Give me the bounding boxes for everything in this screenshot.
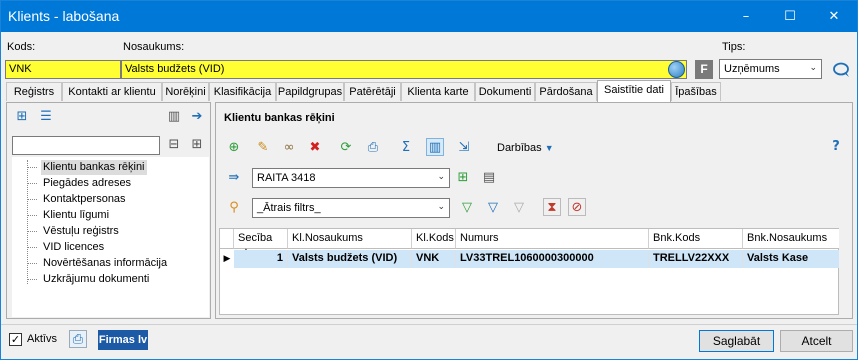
arrow-right-icon[interactable]: ➔ — [188, 108, 206, 126]
client-edit-window: Klients - labošana – ☐ ✕ Kods: VNK Nosau… — [0, 0, 858, 360]
add-icon[interactable]: ⊕ — [225, 139, 243, 157]
chevron-down-icon: ⌄ — [809, 62, 817, 72]
filter-disabled-icon: ▽ — [514, 200, 524, 215]
save-button[interactable]: Saglabāt — [699, 330, 774, 352]
tree-list-icon[interactable]: ☰ — [37, 108, 55, 126]
help-icon[interactable]: ? — [827, 138, 845, 156]
left-panel: ⊞ ☰ ▥ ➔ ⊟ ⊞ Klientu bankas rēķini Piegād… — [6, 102, 211, 319]
aktivs-label: Aktīvs — [27, 333, 57, 345]
hourglass-filter-icon[interactable]: ⧗ — [543, 198, 561, 216]
cancel-button[interactable]: Atcelt — [780, 330, 853, 352]
col-header-seciba[interactable]: Secība ▲ — [234, 229, 288, 255]
cell-kl-kods[interactable]: VNK — [412, 250, 456, 268]
print-icon[interactable]: ⎙ — [69, 330, 87, 348]
cell-numurs[interactable]: LV33TREL1060000300000 — [456, 250, 649, 268]
col-header-bnk-kods[interactable]: Bnk.Kods — [649, 229, 743, 249]
tree-view: Klientu bankas rēķini Piegādes adreses K… — [12, 157, 209, 317]
layout-value: RAITA 3418 — [257, 172, 316, 184]
expand-all-icon[interactable]: ⊞ — [188, 136, 206, 154]
tab-kontakti[interactable]: Kontakti ar klientu — [62, 82, 162, 101]
cell-seciba[interactable]: 1 — [234, 250, 288, 268]
actions-menu[interactable]: Darbības ▼ — [497, 142, 554, 154]
col-header-numurs[interactable]: Numurs — [456, 229, 649, 249]
kods-label: Kods: — [7, 41, 36, 53]
col-header-bnk-nosaukums[interactable]: Bnk.Nosaukums — [743, 229, 839, 249]
tab-pardosana[interactable]: Pārdošana — [535, 82, 597, 101]
tab-pateretaji[interactable]: Patērētāji — [344, 82, 401, 101]
col-header-kl-kods[interactable]: Kl.Kods — [412, 229, 456, 249]
filter-pencil-icon[interactable]: ⚲ — [225, 199, 243, 217]
col-header-kl-nosaukums[interactable]: Kl.Nosaukums — [288, 229, 412, 249]
tree-item-accrual-docs[interactable]: Uzkrājumu dokumenti — [41, 272, 151, 287]
collapse-all-icon[interactable]: ⊟ — [165, 136, 183, 154]
edit-pencil-icon[interactable]: ✎ — [254, 139, 272, 157]
chevron-down-icon: ▼ — [544, 143, 554, 153]
maximize-button[interactable]: ☐ — [768, 1, 812, 32]
delete-icon[interactable]: ✖ — [306, 139, 324, 157]
clear-filter-icon[interactable]: ⊘ — [568, 198, 586, 216]
sum-icon[interactable]: Σ — [397, 139, 415, 157]
grid-view-icon[interactable]: ▥ — [426, 138, 444, 156]
cell-bnk-nosaukums[interactable]: Valsts Kase — [743, 250, 839, 268]
tab-papildgrupas[interactable]: Papildgrupas — [276, 82, 344, 101]
actions-label: Darbības — [497, 142, 542, 154]
panel-title: Klientu bankas rēķini — [224, 112, 335, 124]
filter-value: _Ātrais filtrs_ — [257, 202, 321, 214]
right-panel: Klientu bankas rēķini ⊕ ✎ ∞ ✖ ⟳ ⎙ Σ ▥ ⇲ … — [215, 102, 853, 319]
chevron-down-icon: ⌄ — [437, 201, 445, 211]
refresh-icon[interactable]: ⟳ — [337, 139, 355, 157]
tree-expand-icon[interactable]: ⊞ — [13, 108, 31, 126]
chat-icon[interactable] — [832, 61, 852, 79]
tree-item-delivery-addresses[interactable]: Piegādes adreses — [41, 176, 133, 191]
filter-icon[interactable]: ▽ — [484, 199, 502, 217]
layout-settings-icon[interactable]: ▤ — [480, 169, 498, 187]
cell-kl-nosaukums[interactable]: Valsts budžets (VID) — [288, 250, 412, 268]
kods-field[interactable]: VNK — [5, 60, 121, 79]
tree-list-view-icon[interactable]: ⇲ — [455, 139, 473, 157]
window-title: Klients - labošana — [8, 8, 120, 24]
tree-item-evaluation[interactable]: Novērtēšanas informācija — [41, 256, 169, 271]
row-pointer-icon: ▶ — [220, 250, 234, 268]
title-bar[interactable]: Klients - labošana – ☐ ✕ — [1, 1, 857, 32]
cell-bnk-kods[interactable]: TRELLV22XXX — [649, 250, 743, 268]
tab-ipasibas[interactable]: Īpašības — [671, 82, 721, 101]
globe-icon[interactable] — [668, 61, 685, 78]
tree-item-bank-accounts[interactable]: Klientu bankas rēķini — [41, 160, 147, 175]
close-button[interactable]: ✕ — [812, 1, 856, 32]
tips-select[interactable]: Uzņēmums ⌄ — [719, 59, 822, 79]
binoculars-icon[interactable]: ∞ — [280, 139, 298, 157]
bank-accounts-grid: Secība ▲ Kl.Nosaukums Kl.Kods Numurs Bnk… — [219, 228, 839, 315]
tab-registrs[interactable]: Reģistrs — [6, 82, 62, 101]
tree-item-vid-licences[interactable]: VID licences — [41, 240, 106, 255]
row-header-corner — [220, 229, 234, 249]
tree-item-contact-persons[interactable]: Kontaktpersonas — [41, 192, 128, 207]
nosaukums-label: Nosaukums: — [123, 41, 185, 53]
tips-value: Uzņēmums — [724, 63, 780, 75]
tips-label: Tips: — [722, 41, 746, 53]
tab-dokumenti[interactable]: Dokumenti — [475, 82, 535, 101]
tree-item-letters[interactable]: Vēstuļu reģistrs — [41, 224, 121, 239]
f-badge[interactable]: F — [695, 60, 713, 79]
add-filter-icon[interactable]: ▽ — [458, 199, 476, 217]
minimize-button[interactable]: – — [724, 1, 768, 32]
tab-klienta-karte[interactable]: Klienta karte — [401, 82, 475, 101]
layout-arrow-icon[interactable]: ⇛ — [225, 169, 243, 187]
chevron-down-icon: ⌄ — [437, 171, 445, 181]
add-layout-icon[interactable]: ⊞ — [454, 169, 472, 187]
firmas-lv-button[interactable]: Firmas lv — [98, 330, 148, 350]
layout-select[interactable]: RAITA 3418 ⌄ — [252, 168, 450, 188]
print-icon[interactable]: ⎙ — [364, 139, 382, 157]
nosaukums-field[interactable]: Valsts budžets (VID) — [121, 60, 687, 79]
tab-klasifikacija[interactable]: Klasifikācija — [209, 82, 276, 101]
aktivs-checkbox[interactable]: ✓ — [9, 333, 22, 346]
tree-search-input[interactable] — [12, 136, 160, 155]
tree-item-contracts[interactable]: Klientu līgumi — [41, 208, 111, 223]
columns-icon[interactable]: ▥ — [165, 108, 183, 126]
filter-select[interactable]: _Ātrais filtrs_ ⌄ — [252, 198, 450, 218]
tab-saistitie-dati[interactable]: Saistītie dati — [597, 80, 671, 102]
tab-norekini[interactable]: Norēķini — [162, 82, 209, 101]
